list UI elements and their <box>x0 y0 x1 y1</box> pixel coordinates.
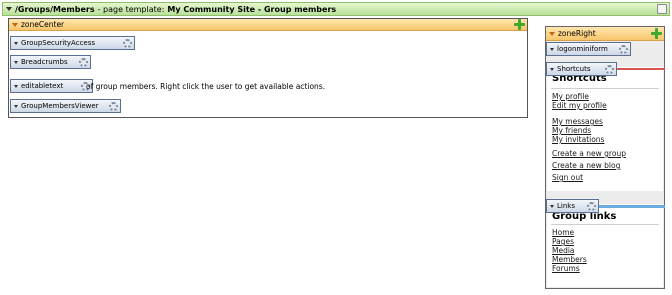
links-accent-line <box>592 205 665 208</box>
add-icon[interactable] <box>514 19 525 30</box>
link-my-messages[interactable]: My messages <box>552 117 603 126</box>
link-sign-out[interactable]: Sign out <box>552 173 583 182</box>
webpart-group-members-viewer[interactable]: GroupMembersViewer <box>10 99 121 113</box>
webpart-label: GroupSecurityAccess <box>21 39 96 47</box>
chevron-down-icon[interactable] <box>549 31 555 36</box>
webpart-label: Links <box>557 202 575 210</box>
zone-center-title: zoneCenter <box>21 20 65 29</box>
chevron-down-icon[interactable] <box>14 104 18 108</box>
chevron-down-icon[interactable] <box>14 41 18 45</box>
link-forums[interactable]: Forums <box>552 264 580 273</box>
gear-icon[interactable] <box>123 38 132 48</box>
webpart-label: logonminiform <box>557 45 608 53</box>
webpart-shortcuts[interactable]: Shortcuts <box>546 62 617 76</box>
zone-center-header: zoneCenter <box>9 19 527 31</box>
link-members[interactable]: Members <box>552 255 587 264</box>
shortcuts-panel: Shortcuts My profile Edit my profile My … <box>547 67 663 191</box>
chevron-down-icon[interactable] <box>550 204 554 208</box>
link-home[interactable]: Home <box>552 228 574 237</box>
expand-icon[interactable] <box>657 4 667 14</box>
add-icon[interactable] <box>651 28 662 39</box>
gear-icon[interactable] <box>109 101 118 111</box>
link-my-profile[interactable]: My profile <box>552 92 589 101</box>
shortcuts-accent-line <box>610 68 665 70</box>
link-create-new-blog[interactable]: Create a new blog <box>552 161 620 170</box>
page-template-bar: /Groups/Members - page template: My Comm… <box>2 2 670 16</box>
gear-icon[interactable] <box>605 64 614 74</box>
page-template-name: My Community Site - Group members <box>167 4 337 14</box>
zone-right-title: zoneRight <box>558 29 596 38</box>
gear-icon[interactable] <box>587 201 596 211</box>
webpart-links[interactable]: Links <box>546 199 599 213</box>
page-path: /Groups/Members <box>15 4 95 14</box>
webpart-label: editabletext <box>21 82 64 90</box>
webpart-label: Breadcrumbs <box>21 58 68 66</box>
link-edit-my-profile[interactable]: Edit my profile <box>552 101 607 110</box>
divider <box>551 88 659 89</box>
webpart-editable-text[interactable]: editabletext <box>10 79 93 93</box>
webpart-breadcrumbs[interactable]: Breadcrumbs <box>10 55 91 69</box>
divider <box>551 224 659 225</box>
chevron-down-icon[interactable] <box>12 22 18 27</box>
webpart-group-security-access[interactable]: GroupSecurityAccess <box>10 36 135 50</box>
link-pages[interactable]: Pages <box>552 237 574 246</box>
chevron-down-icon[interactable] <box>14 60 18 64</box>
gear-icon[interactable] <box>79 57 88 67</box>
chevron-down-icon[interactable] <box>6 7 12 11</box>
zone-right-header: zoneRight <box>546 27 664 41</box>
webpart-label: GroupMembersViewer <box>21 102 99 110</box>
chevron-down-icon[interactable] <box>550 47 554 51</box>
gear-icon[interactable] <box>619 44 628 54</box>
link-media[interactable]: Media <box>552 246 575 255</box>
webpart-label: Shortcuts <box>557 65 591 73</box>
link-my-invitations[interactable]: My invitations <box>552 135 604 144</box>
webpart-logon-mini-form[interactable]: logonminiform <box>546 42 631 56</box>
chevron-down-icon[interactable] <box>550 67 554 71</box>
chevron-down-icon[interactable] <box>14 84 18 88</box>
link-create-new-group[interactable]: Create a new group <box>552 149 626 158</box>
link-my-friends[interactable]: My friends <box>552 126 591 135</box>
group-links-panel: Group links Home Pages Media Members For… <box>547 204 663 287</box>
editable-text-content: of group members. Right click the user t… <box>86 82 326 91</box>
page-template-separator: - page template: <box>97 4 165 14</box>
